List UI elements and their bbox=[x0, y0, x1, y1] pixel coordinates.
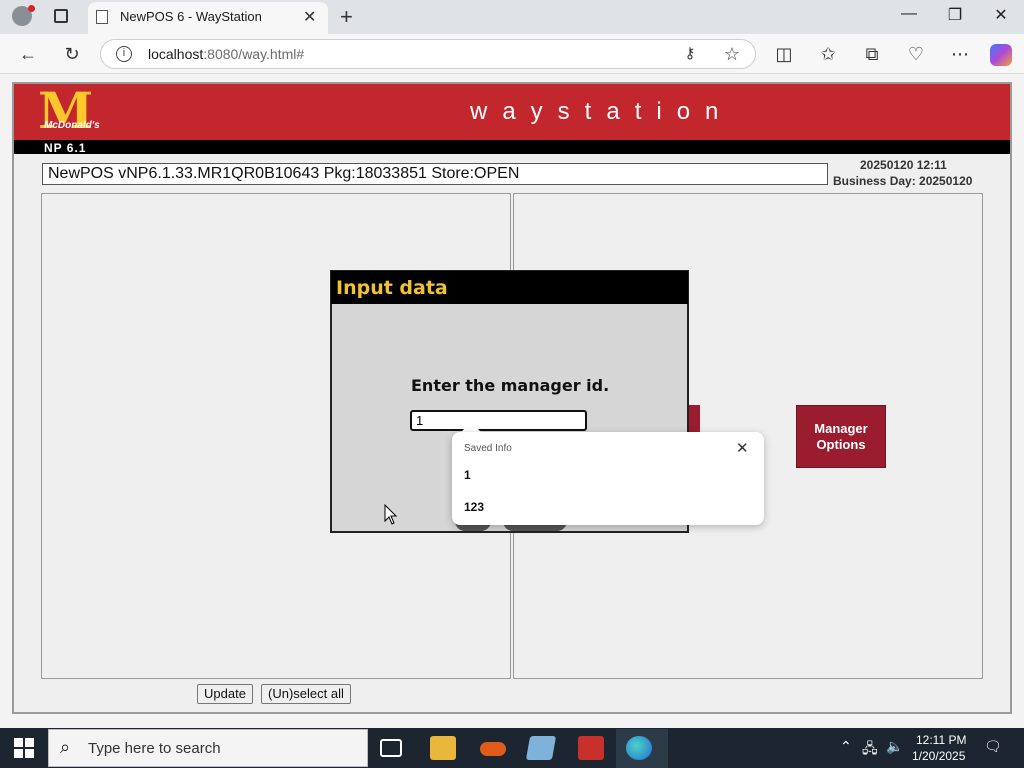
restore-icon[interactable]: ❐ bbox=[940, 5, 970, 25]
dialog-title: Input data bbox=[336, 277, 448, 299]
page-icon bbox=[96, 10, 108, 24]
copilot-icon[interactable] bbox=[990, 44, 1012, 66]
url-path: :8080/way.html# bbox=[203, 46, 305, 62]
favorite-star-icon[interactable]: ☆ bbox=[720, 44, 744, 65]
browser-essentials-icon[interactable]: ♡ bbox=[904, 44, 928, 65]
app-icon[interactable] bbox=[578, 736, 604, 760]
unselect-all-button[interactable]: (Un)select all bbox=[261, 684, 351, 704]
update-button[interactable]: Update bbox=[197, 684, 253, 704]
saved-info-item[interactable]: 123 bbox=[464, 500, 484, 514]
clock-date[interactable]: 1/20/2025 bbox=[912, 749, 965, 763]
collections-icon[interactable]: ⧉ bbox=[860, 44, 884, 65]
new-tab-icon[interactable]: + bbox=[340, 4, 353, 30]
volume-icon[interactable]: 🔈 bbox=[886, 738, 903, 755]
tab-actions-icon[interactable] bbox=[54, 9, 68, 23]
waystation-title: waystation bbox=[470, 98, 734, 125]
key-icon[interactable]: ⚷ bbox=[678, 44, 702, 62]
notification-dot-icon bbox=[28, 5, 35, 12]
saved-info-header: Saved Info bbox=[464, 443, 512, 454]
edge-browser-icon[interactable] bbox=[626, 736, 652, 760]
pos-info-text: NewPOS vNP6.1.33.MR1QR0B10643 Pkg:180338… bbox=[48, 165, 520, 182]
task-view-icon[interactable] bbox=[380, 739, 402, 757]
tab-close-icon[interactable]: ✕ bbox=[303, 7, 316, 27]
mouse-cursor-icon bbox=[384, 504, 398, 525]
mcdonalds-logo-text: McDonald's bbox=[44, 120, 100, 131]
back-icon[interactable]: ← bbox=[16, 44, 40, 65]
clock-time[interactable]: 12:11 PM bbox=[916, 733, 966, 747]
minimize-icon[interactable]: — bbox=[894, 5, 924, 23]
windows-start-icon[interactable] bbox=[14, 738, 34, 758]
network-icon[interactable]: 🖧 bbox=[862, 738, 878, 762]
url-text[interactable]: localhost:8080/way.html# bbox=[148, 46, 304, 62]
more-menu-icon[interactable]: ⋯ bbox=[948, 44, 972, 65]
np-version-label: NP 6.1 bbox=[44, 141, 87, 155]
dialog-prompt: Enter the manager id. bbox=[411, 376, 610, 395]
app-icon[interactable] bbox=[525, 736, 557, 760]
manager-id-input[interactable] bbox=[410, 410, 587, 431]
notifications-icon[interactable]: 🗨 bbox=[984, 738, 1002, 755]
chevron-up-icon[interactable]: ⌃ bbox=[840, 738, 852, 755]
manager-options-button[interactable]: Manager Options bbox=[796, 405, 886, 468]
tab-title: NewPOS 6 - WayStation bbox=[120, 9, 262, 24]
file-explorer-icon[interactable] bbox=[430, 736, 456, 760]
obscured-button[interactable] bbox=[688, 405, 700, 435]
search-icon: ⌕ bbox=[60, 737, 71, 757]
taskbar-search-placeholder: Type here to search bbox=[88, 740, 221, 757]
split-screen-icon[interactable]: ◫ bbox=[772, 44, 796, 65]
pos-date: 20250120 12:11 bbox=[860, 158, 947, 172]
url-host: localhost bbox=[148, 46, 204, 62]
close-icon[interactable]: ✕ bbox=[736, 439, 749, 457]
close-window-icon[interactable]: ✕ bbox=[986, 5, 1016, 25]
favorites-icon[interactable]: ✩ bbox=[816, 44, 840, 65]
app-icon[interactable] bbox=[480, 742, 506, 756]
version-bar bbox=[14, 140, 1010, 154]
refresh-icon[interactable]: ↻ bbox=[60, 44, 84, 65]
business-day: Business Day: 20250120 bbox=[833, 174, 973, 188]
info-icon[interactable]: i bbox=[116, 46, 132, 62]
saved-info-item[interactable]: 1 bbox=[464, 468, 471, 482]
